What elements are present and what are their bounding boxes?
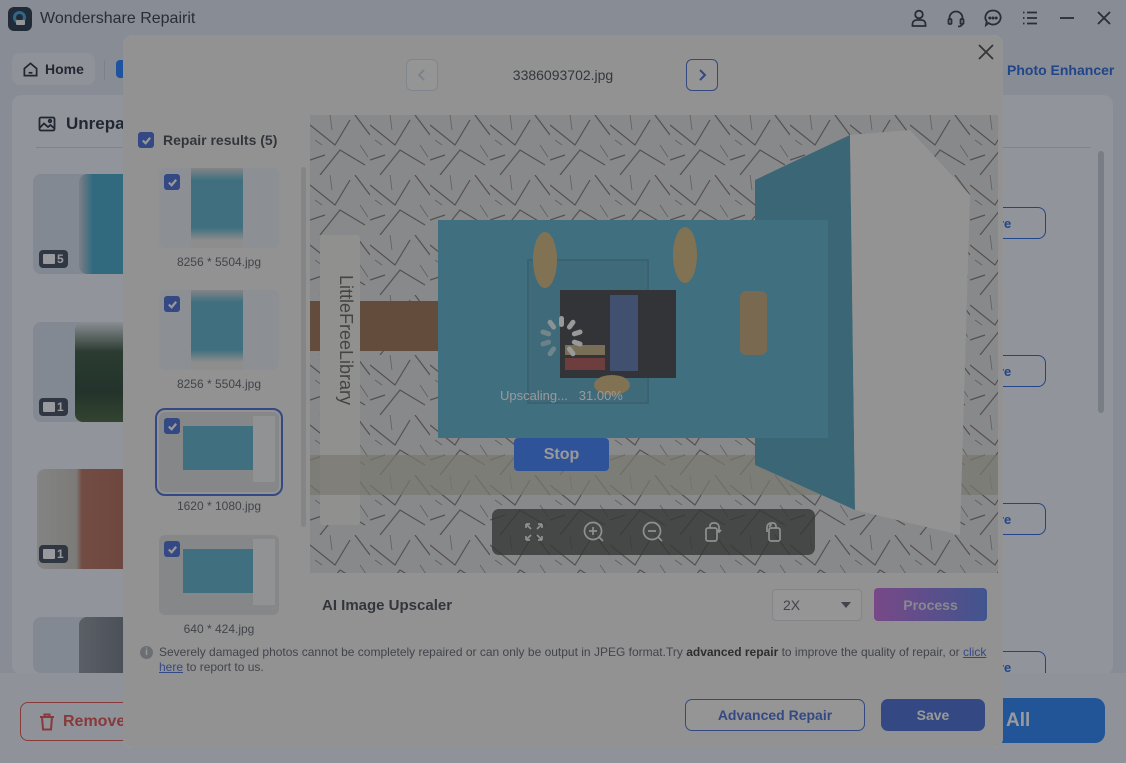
preview-dialog: 3386093702.jpg Repair results (5) 8256 *… [123, 35, 1003, 748]
result-thumbnail [155, 408, 283, 496]
scale-value: 2X [783, 597, 801, 613]
file-name: 3386093702.jpg [512, 67, 614, 83]
scale-dropdown[interactable]: 2X [772, 589, 862, 621]
process-button[interactable]: Process [874, 588, 987, 621]
select-all-checkbox[interactable] [138, 132, 154, 148]
upscaling-percent: 31.00% [578, 388, 623, 403]
loading-spinner-icon [539, 315, 585, 361]
click-here-link[interactable]: here [159, 660, 183, 674]
result-checkbox[interactable] [164, 418, 180, 434]
check-icon [167, 300, 177, 309]
next-file-button[interactable] [686, 59, 718, 91]
advanced-repair-button[interactable]: Advanced Repair [685, 699, 865, 731]
caret-down-icon [841, 602, 851, 608]
check-icon [167, 545, 177, 554]
result-checkbox[interactable] [164, 174, 180, 190]
save-button[interactable]: Save [881, 699, 985, 731]
rotate-right-icon[interactable] [760, 519, 786, 545]
result-item[interactable]: 8256 * 5504.jpg [159, 168, 279, 269]
info-icon: i [140, 646, 153, 659]
click-here-link[interactable]: click [963, 645, 986, 659]
check-icon [167, 178, 177, 187]
repair-notice: i Severely damaged photos cannot be comp… [140, 645, 990, 675]
result-label: 1620 * 1080.jpg [176, 499, 262, 513]
result-item[interactable]: 640 * 424.jpg [159, 535, 279, 636]
stop-button[interactable]: Stop [514, 438, 609, 471]
results-scrollbar[interactable] [301, 167, 306, 527]
upscaling-label: Upscaling... [500, 388, 568, 403]
result-thumbnail [159, 168, 279, 248]
result-thumbnail [159, 535, 279, 615]
image-preview: LittleFreeLibrary Upscaling... 31.00% St… [310, 115, 998, 573]
dialog-close-icon[interactable] [977, 43, 995, 61]
preview-toolbar [492, 509, 815, 555]
zoom-in-icon[interactable] [581, 519, 607, 545]
rotate-left-icon[interactable] [700, 519, 726, 545]
upscaling-status: Upscaling... 31.00% [500, 388, 623, 403]
result-item[interactable]: 8256 * 5504.jpg [159, 290, 279, 391]
chevron-right-icon [699, 69, 707, 81]
repair-results-header: Repair results (5) [138, 132, 277, 148]
sign-text: LittleFreeLibrary [336, 275, 356, 405]
zoom-out-icon[interactable] [640, 519, 666, 545]
result-item-selected[interactable]: 1620 * 1080.jpg [155, 408, 283, 513]
result-label: 8256 * 5504.jpg [176, 255, 262, 269]
advanced-repair-emphasis: advanced repair [686, 645, 779, 659]
check-icon [141, 136, 151, 145]
fit-screen-icon[interactable] [521, 519, 547, 545]
result-checkbox[interactable] [164, 296, 180, 312]
ai-upscaler-label: AI Image Upscaler [322, 597, 453, 614]
check-icon [167, 422, 177, 431]
repair-results-label: Repair results (5) [163, 132, 278, 148]
result-label: 640 * 424.jpg [183, 622, 255, 636]
preview-photo: LittleFreeLibrary [310, 115, 998, 573]
result-checkbox[interactable] [164, 541, 180, 557]
result-thumbnail [159, 290, 279, 370]
result-label: 8256 * 5504.jpg [176, 377, 262, 391]
